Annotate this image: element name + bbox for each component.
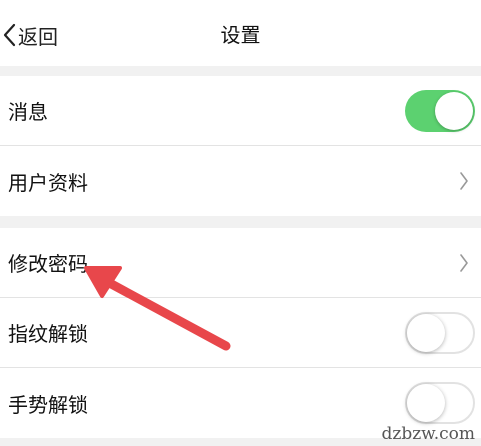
toggle-knob	[435, 91, 473, 130]
settings-row-fingerprint-unlock[interactable]: 指纹解锁	[0, 298, 481, 368]
settings-group-security: 修改密码 指纹解锁 手势解锁	[0, 228, 481, 438]
page-title: 设置	[220, 23, 261, 47]
settings-row-label: 修改密码	[8, 252, 88, 276]
watermark-text: dzbzw.com	[381, 424, 476, 444]
settings-row-label: 用户资料	[8, 170, 88, 195]
chevron-right-icon	[460, 253, 468, 272]
chevron-right-icon	[460, 172, 468, 190]
settings-row-user-profile[interactable]: 用户资料	[0, 146, 481, 216]
navigation-bar: 返回 设置	[0, 0, 481, 66]
gesture-unlock-toggle[interactable]	[405, 382, 475, 424]
settings-group-general: 消息 用户资料	[0, 76, 481, 216]
settings-row-label: 消息	[8, 100, 48, 124]
settings-row-label: 手势解锁	[8, 392, 88, 417]
settings-row-label: 指纹解锁	[8, 322, 88, 346]
settings-row-messages[interactable]: 消息	[0, 76, 481, 146]
messages-toggle[interactable]	[405, 89, 475, 132]
toggle-knob	[407, 313, 445, 352]
toggle-knob	[407, 384, 445, 422]
fingerprint-unlock-toggle[interactable]	[405, 311, 475, 354]
settings-row-change-password[interactable]: 修改密码	[0, 228, 481, 298]
